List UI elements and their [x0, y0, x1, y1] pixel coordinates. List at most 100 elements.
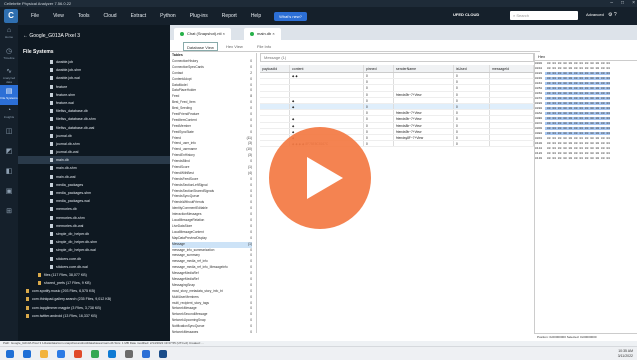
taskbar-app-icon[interactable]	[74, 349, 82, 358]
taskbar-clock[interactable]: 10:35 AM 3/11/2022	[618, 349, 633, 359]
file-row[interactable]: com.thinkpad.gallery.search (235 Files, …	[18, 295, 170, 303]
file-name: fileflss_database.db-wal	[56, 125, 95, 130]
menu-help[interactable]: Help	[251, 13, 261, 19]
taskbar-app-icon[interactable]	[142, 349, 150, 358]
file-row[interactable]: dwable.job-shm	[18, 66, 170, 74]
nav-item-1[interactable]: ◷ Timeline	[0, 45, 18, 65]
file-row[interactable]: dwable.job	[18, 58, 170, 66]
nav-item-4[interactable]: ◔ Insights	[0, 105, 18, 125]
taskbar-app-icon[interactable]	[57, 349, 65, 358]
file-icon	[50, 191, 53, 196]
table-filter-field[interactable]: Message (1)	[260, 53, 534, 62]
nav-item-7[interactable]: ◧	[0, 165, 18, 185]
grid-cell	[290, 110, 364, 116]
taskbar-app-icon[interactable]	[23, 349, 31, 358]
file-row[interactable]: memories.db-shm	[18, 214, 170, 222]
file-row[interactable]: simple_db_helper.db-wal	[18, 246, 170, 254]
settings-icon[interactable]: ⚙ ?	[608, 12, 617, 18]
file-row[interactable]: feature	[18, 83, 170, 91]
column-header[interactable]: senderName	[394, 65, 454, 72]
table-list-item[interactable]: NetworkMessages 0	[172, 330, 252, 333]
file-icon	[50, 92, 53, 97]
search-input[interactable]: ⌕ Search	[510, 11, 578, 20]
taskbar-app-icon[interactable]	[40, 349, 48, 358]
splitter[interactable]	[256, 53, 257, 333]
grid-cell: friends9b~7+View	[394, 116, 454, 122]
taskbar-app-icon[interactable]	[159, 349, 167, 358]
file-row[interactable]: simple_db_helper.db-shm	[18, 238, 170, 246]
nav-item-9[interactable]: ⊞	[0, 205, 18, 225]
file-row[interactable]: stickers.core.db-wal	[18, 263, 170, 271]
tab-chat-snapshot[interactable]: Chat (Snapshot).nti ×	[174, 28, 231, 40]
ufed-cloud-label[interactable]: UFED CLOUD	[453, 12, 479, 17]
file-row[interactable]: journal.db	[18, 132, 170, 140]
file-row[interactable]: journal.db-wal	[18, 148, 170, 156]
tab-file-info[interactable]: File Info	[254, 42, 274, 51]
tab-database-view[interactable]: Database View	[183, 42, 218, 51]
minimize-icon[interactable]: –	[610, 0, 613, 7]
file-row[interactable]: simple_db_helper.db	[18, 230, 170, 238]
maximize-icon[interactable]: □	[621, 0, 624, 7]
file-row[interactable]: shared_prefs (17 Files, 9 KB)	[18, 279, 170, 287]
nav-item-2[interactable]: ∿ Analyzed data	[0, 65, 18, 85]
nav-item-0[interactable]: ⌂ Home	[0, 25, 18, 45]
hex-tab[interactable]: Hex	[535, 53, 637, 61]
tab-main-db[interactable]: main.db ×	[244, 28, 281, 40]
whats-new-button[interactable]: What's new?	[274, 11, 307, 21]
file-row[interactable]: memories.db	[18, 205, 170, 213]
advanced-search-link[interactable]: Advanced	[586, 12, 604, 17]
nav-item-5[interactable]: ◫	[0, 125, 18, 145]
close-icon[interactable]: ×	[632, 0, 635, 7]
grid-cell: friends9b~7+View	[394, 91, 454, 97]
file-row[interactable]: feature-shm	[18, 91, 170, 99]
file-row[interactable]: media_packages-wal	[18, 197, 170, 205]
menu-tools[interactable]: Tools	[78, 13, 90, 19]
file-row[interactable]: com.twitter.android (13 Files, 16,337 KB…	[18, 312, 170, 320]
file-row[interactable]: files (117 Files, 38,077 KB)	[18, 271, 170, 279]
menu-cloud[interactable]: Cloud	[104, 13, 117, 19]
file-row[interactable]: feature-wal	[18, 99, 170, 107]
tab-hex-view[interactable]: Hex View	[223, 42, 246, 51]
file-row[interactable]: dwable.job-wal	[18, 74, 170, 82]
file-row[interactable]: media_packages	[18, 181, 170, 189]
window-controls: – □ ×	[610, 0, 635, 7]
nav-item-8[interactable]: ▣	[0, 185, 18, 205]
file-row[interactable]: journal.db-shm	[18, 140, 170, 148]
video-play-button[interactable]	[269, 127, 371, 229]
taskbar-app-icon[interactable]	[125, 349, 133, 358]
grid-cell: 0	[364, 91, 394, 97]
file-row[interactable]: fileflss_database.db-shm	[18, 115, 170, 123]
column-header[interactable]: messageId	[490, 65, 534, 72]
menu-view[interactable]: View	[53, 13, 64, 19]
windows-start-icon[interactable]	[6, 349, 14, 358]
column-header[interactable]: pinned	[364, 65, 394, 72]
taskbar-app-icon[interactable]	[91, 349, 99, 358]
file-row[interactable]: main.db	[18, 156, 170, 165]
file-row[interactable]: com.spotify.music (293 Files, 6,575 KB)	[18, 287, 170, 295]
file-row[interactable]: stickers.core.db	[18, 255, 170, 263]
grid-cell: ◆	[290, 97, 364, 103]
nav-item-6[interactable]: ◩	[0, 145, 18, 165]
menu-bar: C File View Tools Cloud Extract Python P…	[0, 7, 637, 25]
grid-cell	[490, 103, 534, 110]
breadcrumb[interactable]: ← Google_G013A Pixel 3	[23, 33, 80, 39]
menu-file[interactable]: File	[31, 13, 39, 19]
menu-report[interactable]: Report	[222, 13, 237, 19]
column-header[interactable]: payloadId	[260, 65, 290, 72]
nav-item-3[interactable]: ▤ File Systems	[0, 85, 18, 105]
window-title: Cellebrite Physical Analyzer 7.56.0.22	[4, 1, 72, 6]
file-row[interactable]: fileflss_database.db	[18, 107, 170, 115]
file-row[interactable]: fileflss_database.db-wal	[18, 124, 170, 132]
file-row[interactable]: media_packages-shm	[18, 189, 170, 197]
menu-plugins[interactable]: Plug-ins	[190, 13, 208, 19]
hex-offset: 0100	[535, 142, 543, 145]
menu-extract[interactable]: Extract	[131, 13, 147, 19]
file-row[interactable]: memories.db-wal	[18, 222, 170, 230]
taskbar-app-icon[interactable]	[108, 349, 116, 358]
file-row[interactable]: main.db-shm	[18, 164, 170, 172]
file-row[interactable]: com.tapglimmer.magpie (3 Files, 3,738 KB…	[18, 304, 170, 312]
column-header[interactable]: isUsed	[454, 65, 490, 72]
menu-python[interactable]: Python	[160, 13, 176, 19]
column-header[interactable]: content	[290, 65, 364, 72]
file-row[interactable]: main.db-wal	[18, 173, 170, 181]
